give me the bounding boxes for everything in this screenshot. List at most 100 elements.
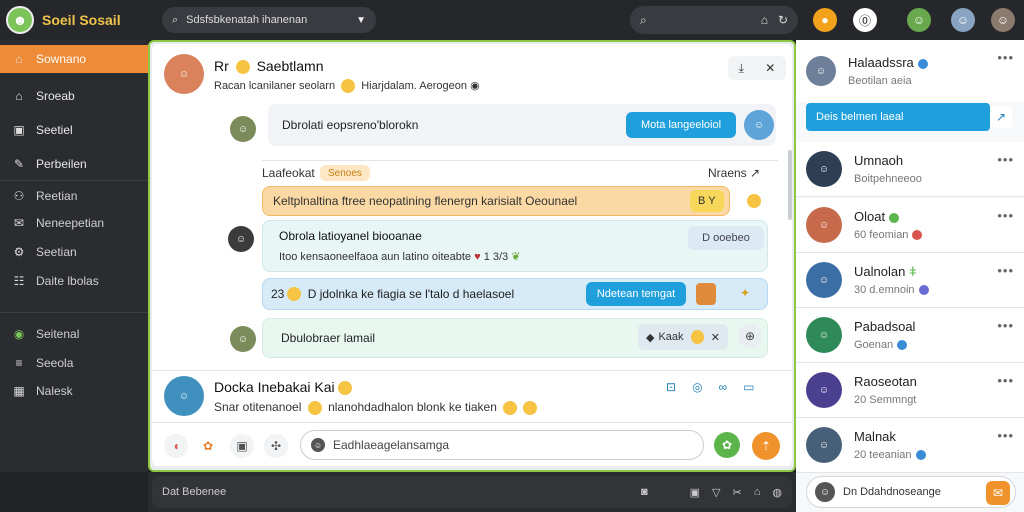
compose-button[interactable]: ✉ bbox=[986, 481, 1010, 505]
more-icon[interactable]: ••• bbox=[997, 50, 1014, 65]
bottom-input[interactable]: Dat Bebenee ◙ ▣ ▽ ✂ ⌂ ◍ bbox=[152, 476, 792, 508]
sidebar-item-10[interactable]: ▦ Nalesk bbox=[0, 377, 148, 405]
close-icon[interactable]: ✕ bbox=[765, 61, 775, 75]
emoji-icon bbox=[235, 60, 250, 75]
grid-icon: ▦ bbox=[13, 384, 25, 398]
dash-icon[interactable]: ▭ bbox=[743, 380, 754, 394]
chat-icon: ✉ bbox=[13, 216, 25, 230]
home-icon: ⌂ bbox=[15, 52, 23, 66]
sidebar-item-6[interactable]: ⚙ Seetian bbox=[0, 238, 148, 266]
camera-icon: ◉ bbox=[470, 80, 480, 92]
more-icon[interactable]: ••• bbox=[997, 373, 1014, 388]
quote-icon[interactable]: ⊕ bbox=[738, 324, 762, 348]
sidebar-item-3[interactable]: ✎ Perbeilen bbox=[0, 150, 148, 178]
save-icon[interactable]: ▣ bbox=[690, 486, 700, 499]
sparkle-icon: ✦ bbox=[740, 286, 751, 300]
pin-icon[interactable]: ⤓ bbox=[739, 61, 744, 76]
sidebar-item-9[interactable]: ≡ Seeola bbox=[0, 349, 148, 377]
chevron-down-icon[interactable]: ▼ bbox=[356, 15, 366, 26]
external-link-icon[interactable]: ↗ bbox=[990, 106, 1012, 128]
contact-item[interactable]: ☺ Malnak 20 teeanian ••• bbox=[796, 418, 1024, 473]
link-icon[interactable]: ◎ bbox=[692, 380, 702, 394]
section-right-label: Nraens ↗ bbox=[708, 166, 761, 180]
reply-name: Docka Inebakai Kai bbox=[214, 379, 355, 396]
app-name: Soeil Sosail bbox=[42, 12, 121, 28]
more-icon[interactable]: ••• bbox=[997, 263, 1014, 278]
contact-item[interactable]: ☺ Ualnolan ǂ 30 d.emnoin ••• bbox=[796, 253, 1024, 308]
sidebar-item-5[interactable]: ✉ Neneepetian bbox=[0, 209, 148, 237]
cta-button[interactable]: Deis belmen laeal bbox=[806, 103, 990, 131]
emoji-picker-button[interactable]: ✿ bbox=[714, 432, 740, 458]
toolbar-search[interactable]: ⌕ ⌂ ↻ bbox=[630, 6, 798, 34]
grid-icon: ☷ bbox=[13, 274, 25, 288]
record-icon[interactable]: ◙ bbox=[641, 486, 648, 498]
close-icon: ✕ bbox=[710, 331, 720, 344]
image-icon[interactable]: ▣ bbox=[230, 434, 254, 458]
avatar[interactable]: ☺ bbox=[164, 376, 204, 416]
message-action-button[interactable]: Mota langeeloiol bbox=[626, 112, 736, 138]
scrollbar[interactable] bbox=[788, 150, 792, 220]
message-bubble: 23 D jdolnka ke fiagia se l'talo d haela… bbox=[262, 278, 768, 310]
profile-header[interactable]: ☺ Halaadssra Beotilan aeia ••• bbox=[796, 40, 1024, 102]
avatar: ☺ bbox=[806, 207, 842, 243]
sticker-icon[interactable]: ✣ bbox=[264, 434, 288, 458]
reply-actions: ⊡ ◎ ∞ ▭ bbox=[666, 380, 754, 394]
bell-icon[interactable]: ⌂ bbox=[754, 486, 761, 498]
avatar: ☺ bbox=[806, 151, 842, 187]
search-bar[interactable]: ⌕ Sdsfsbkenatah ihanenan ▼ bbox=[162, 7, 376, 33]
search-icon: ⌕ bbox=[172, 13, 179, 26]
refresh-icon[interactable]: ↻ bbox=[778, 13, 788, 27]
image-icon[interactable]: ⊡ bbox=[666, 380, 676, 394]
user-icon[interactable]: ☺ bbox=[907, 8, 931, 32]
chat-subtitle: Racan lcanilaner seolarn Hiarjdalam. Aer… bbox=[214, 79, 480, 94]
sidebar-item-1[interactable]: ⌂ Sroeab bbox=[0, 82, 148, 110]
attach-icon[interactable]: ◖ bbox=[164, 434, 188, 458]
side-chip[interactable]: D ooebeo bbox=[688, 226, 764, 250]
emoji-icon bbox=[341, 79, 356, 94]
app-brand[interactable]: ☻ Soeil Sosail bbox=[6, 4, 146, 36]
glasses-icon[interactable]: ∞ bbox=[719, 380, 728, 394]
contact-item[interactable]: ☺ Umnaoh Boitpehneeoo ••• bbox=[796, 142, 1024, 197]
sidebar-footer bbox=[0, 472, 148, 512]
status-badge: Senoes bbox=[320, 165, 370, 181]
filter-icon[interactable]: ▽ bbox=[712, 486, 720, 499]
avatar: ☺ bbox=[806, 56, 836, 86]
avatar[interactable]: ☺ bbox=[164, 54, 204, 94]
avatar[interactable]: ☺ bbox=[228, 226, 254, 252]
reaction-badge[interactable]: B Y bbox=[690, 190, 724, 212]
contact-item[interactable]: ☺ Pabadsoal Goenan ••• bbox=[796, 308, 1024, 363]
send-button[interactable]: ⇡ bbox=[752, 432, 780, 460]
more-icon[interactable]: ••• bbox=[997, 208, 1014, 223]
contact-item[interactable]: ☺ Raoseotan 20 Semmngt ••• bbox=[796, 363, 1024, 418]
gift-icon[interactable]: ✿ bbox=[196, 434, 220, 458]
avatar[interactable]: ☺ bbox=[744, 110, 774, 140]
avatar: ☺ bbox=[815, 482, 835, 502]
tools-icon[interactable]: ✂ bbox=[733, 486, 742, 499]
sidebar-item-2[interactable]: ▣ Seetiel bbox=[0, 116, 148, 144]
user-icon[interactable]: ☺ bbox=[991, 8, 1015, 32]
sticker-icon[interactable] bbox=[696, 283, 716, 305]
sidebar-item-8[interactable]: ◉ Seitenal bbox=[0, 320, 148, 348]
message-action-chip[interactable]: ◆ Kaak ✕ bbox=[638, 324, 728, 350]
sidebar-item-7[interactable]: ☷ Daite lbolas bbox=[0, 267, 148, 295]
user-icon[interactable]: ☺ bbox=[951, 8, 975, 32]
globe-icon[interactable]: ◍ bbox=[772, 486, 782, 499]
avatar: ☺ bbox=[806, 317, 842, 353]
avatar[interactable]: ☺ bbox=[230, 326, 256, 352]
contact-item[interactable]: ☺ Oloat 60 feomian ••• bbox=[796, 198, 1024, 253]
sidebar-item-home[interactable]: ⌂ Sownano bbox=[0, 45, 148, 73]
avatar[interactable]: ☺ bbox=[230, 116, 256, 142]
message-input[interactable]: ☺ Eadhlaeagelansamga bbox=[300, 430, 704, 460]
emoji-icon[interactable] bbox=[744, 193, 764, 208]
coin-icon[interactable]: ● bbox=[813, 8, 837, 32]
more-icon[interactable]: ••• bbox=[997, 318, 1014, 333]
sidebar-item-4[interactable]: ⚇ Reetian bbox=[0, 182, 148, 210]
notification-icon[interactable]: ⓪ bbox=[853, 8, 877, 32]
contact-search[interactable]: ☺ Dn Ddahdnoseange bbox=[806, 476, 1016, 508]
more-icon[interactable]: ••• bbox=[997, 428, 1014, 443]
message-action-button[interactable]: Ndetean temgat bbox=[586, 282, 686, 306]
home-icon[interactable]: ⌂ bbox=[761, 13, 768, 27]
more-icon[interactable]: ••• bbox=[997, 152, 1014, 167]
avatar: ☺ bbox=[806, 427, 842, 463]
search-icon[interactable]: ⌕ bbox=[640, 13, 647, 28]
